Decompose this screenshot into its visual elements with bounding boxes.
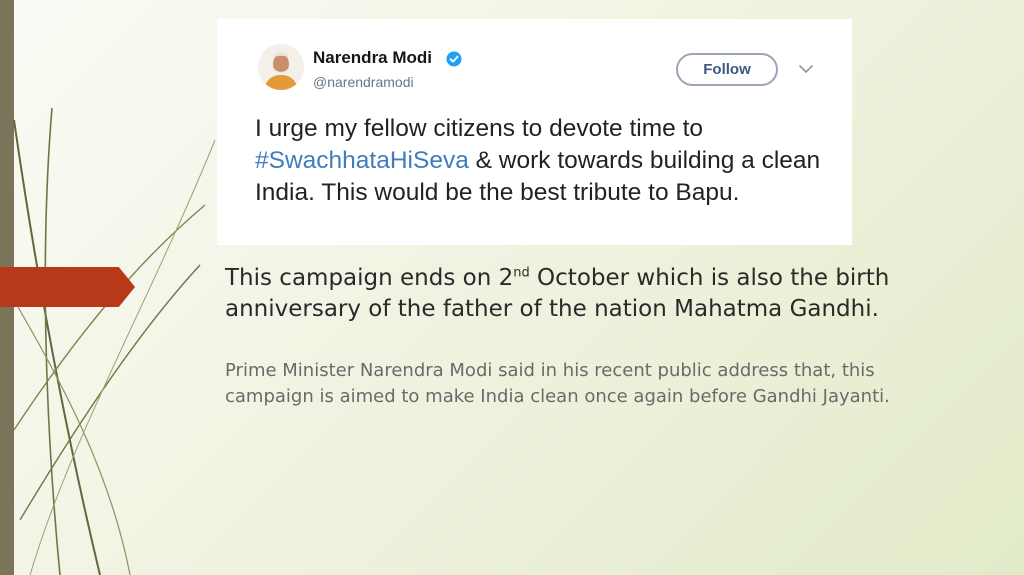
accent-arrow xyxy=(0,267,135,307)
avatar[interactable] xyxy=(258,44,304,90)
tweet-text-before: I urge my fellow citizens to devote time… xyxy=(255,115,703,142)
slide: Narendra Modi @narendramodi Follow I urg… xyxy=(0,0,1024,575)
tweet-text: I urge my fellow citizens to devote time… xyxy=(255,113,825,209)
author-name[interactable]: Narendra Modi xyxy=(313,48,432,68)
sub-statement: Prime Minister Narendra Modi said in his… xyxy=(225,360,890,407)
author-handle[interactable]: @narendramodi xyxy=(313,74,414,90)
tweet-card: Narendra Modi @narendramodi Follow I urg… xyxy=(217,19,852,245)
hashtag-link[interactable]: #SwachhataHiSeva xyxy=(255,147,469,174)
ordinal-suffix: nd xyxy=(513,265,530,281)
main-statement-part1: This campaign ends on 2 xyxy=(225,265,514,291)
follow-button[interactable]: Follow xyxy=(676,53,778,86)
main-statement: This campaign ends on 2nd October which … xyxy=(225,263,985,325)
verified-badge-icon xyxy=(446,51,462,67)
chevron-down-icon[interactable] xyxy=(798,64,814,74)
